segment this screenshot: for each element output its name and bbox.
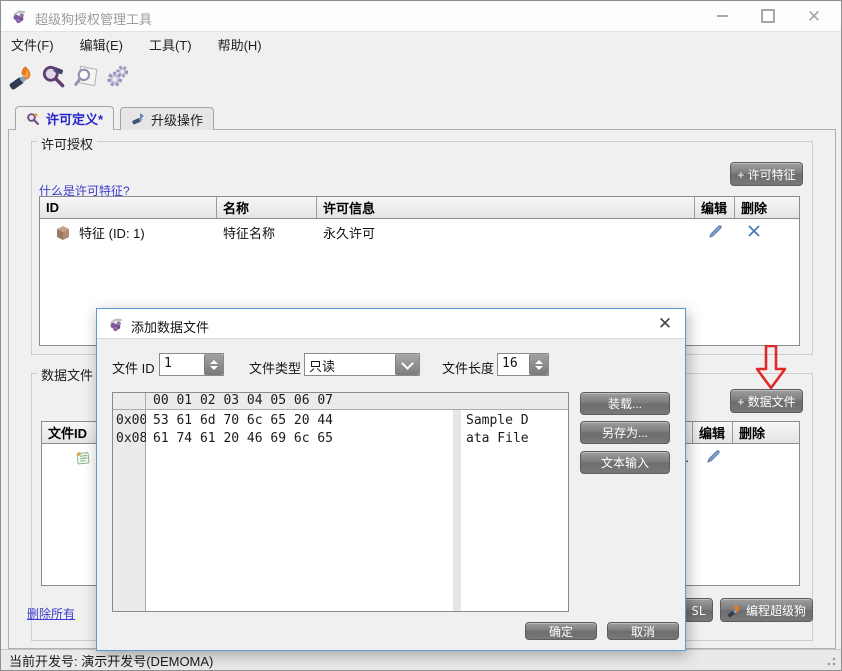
file-length-label: 文件长度 bbox=[442, 358, 494, 377]
tab-license-definition[interactable]: 许可定义* bbox=[15, 106, 114, 130]
minimize-icon bbox=[717, 15, 728, 17]
col-edit[interactable]: 编辑 bbox=[695, 197, 735, 218]
cancel-button[interactable]: 取消 bbox=[607, 622, 679, 640]
feature-delete-cell bbox=[735, 224, 799, 241]
program-dongle-icon bbox=[727, 603, 742, 618]
file-length-spin-buttons[interactable] bbox=[529, 354, 548, 375]
hex-ascii-header bbox=[461, 393, 568, 410]
feature-name-text: 特征名称 bbox=[217, 223, 317, 242]
maximize-icon bbox=[761, 9, 775, 23]
menu-file[interactable]: 文件(F) bbox=[1, 35, 67, 54]
spin-down-icon bbox=[535, 366, 543, 370]
file-id-spinner[interactable]: 1 bbox=[159, 353, 224, 376]
hex-column-header: 00 01 02 03 04 05 06 07 bbox=[146, 393, 453, 410]
dialog-app-icon bbox=[108, 316, 125, 338]
add-data-file-dialog: 添加数据文件 ✕ 文件 ID 1 文件类型 只读 文件长度 16 00 01 0… bbox=[96, 308, 686, 651]
tab-upgrade-label: 升级操作 bbox=[151, 110, 203, 129]
ok-button[interactable]: 确定 bbox=[525, 622, 597, 640]
settings-gears-icon[interactable] bbox=[103, 62, 133, 92]
file-id-value: 1 bbox=[160, 354, 204, 375]
feature-cube-icon bbox=[55, 225, 71, 241]
app-icon bbox=[11, 8, 28, 30]
minimize-button[interactable] bbox=[699, 1, 745, 31]
window-title: 超级狗授权管理工具 bbox=[35, 9, 152, 28]
hex-ascii-line[interactable]: ata File bbox=[461, 430, 568, 448]
hex-gutter-header bbox=[113, 393, 146, 410]
close-button[interactable]: ✕ bbox=[791, 1, 837, 31]
menu-bar: 文件(F) 编辑(E) 工具(T) 帮助(H) bbox=[1, 32, 841, 57]
dialog-title-bar: 添加数据文件 ✕ bbox=[97, 309, 685, 339]
tab-upgrade-operation[interactable]: 升级操作 bbox=[120, 107, 214, 130]
col-file-delete[interactable]: 删除 bbox=[733, 422, 799, 443]
license-tab-icon bbox=[26, 112, 40, 126]
spin-down-icon bbox=[210, 366, 218, 370]
status-bar: 当前开发号: 演示开发号(DEMOMA) bbox=[1, 649, 841, 671]
toolbar bbox=[1, 57, 841, 97]
status-text: 当前开发号: 演示开发号(DEMOMA) bbox=[1, 651, 213, 670]
resize-grip-icon[interactable] bbox=[826, 656, 836, 666]
col-file-edit[interactable]: 编辑 bbox=[693, 422, 733, 443]
col-delete[interactable]: 删除 bbox=[735, 197, 799, 218]
program-dog-icon[interactable] bbox=[7, 62, 37, 92]
feature-id-text: 特征 (ID: 1) bbox=[79, 223, 145, 242]
add-license-feature-button[interactable]: + 许可特征 bbox=[730, 162, 803, 186]
delete-x-icon[interactable] bbox=[747, 224, 761, 241]
hex-divider-header bbox=[453, 393, 461, 410]
hex-ascii-line[interactable]: Sample D bbox=[461, 412, 568, 430]
upgrade-tab-icon bbox=[131, 112, 145, 126]
program-superdog-button[interactable]: 编程超级狗 bbox=[720, 598, 813, 622]
text-input-button[interactable]: 文本输入 bbox=[580, 451, 670, 474]
hex-bytes-line[interactable]: 53 61 6d 70 6c 65 20 44 bbox=[146, 412, 453, 430]
datafile-note-icon bbox=[75, 450, 91, 466]
hex-editor[interactable]: 00 01 02 03 04 05 06 07 0x00 0x08 53 61 … bbox=[112, 392, 569, 612]
menu-tools[interactable]: 工具(T) bbox=[136, 35, 205, 54]
file-length-spinner[interactable]: 16 bbox=[497, 353, 549, 376]
file-id-label: 文件 ID bbox=[112, 358, 155, 377]
datafile-edit-cell bbox=[693, 449, 733, 467]
title-bar: 超级狗授权管理工具 ✕ bbox=[1, 1, 841, 32]
feature-license-text: 永久许可 bbox=[317, 223, 695, 242]
hex-address: 0x08 bbox=[113, 430, 145, 448]
file-type-combo[interactable]: 只读 bbox=[304, 353, 420, 376]
spin-up-icon bbox=[210, 360, 218, 364]
file-type-value: 只读 bbox=[305, 354, 395, 375]
view-report-icon[interactable] bbox=[71, 62, 101, 92]
hex-bytes-area[interactable]: 53 61 6d 70 6c 65 20 44 61 74 61 20 46 6… bbox=[146, 410, 453, 611]
hex-address-gutter: 0x00 0x08 bbox=[113, 410, 146, 611]
edit-pencil-icon[interactable] bbox=[708, 224, 723, 242]
file-type-label: 文件类型 bbox=[249, 358, 301, 377]
main-window: 超级狗授权管理工具 ✕ 文件(F) 编辑(E) 工具(T) 帮助(H) bbox=[0, 0, 842, 671]
menu-help[interactable]: 帮助(H) bbox=[205, 35, 275, 54]
hex-divider bbox=[453, 410, 461, 611]
col-id[interactable]: ID bbox=[40, 197, 217, 218]
license-table-header: ID 名称 许可信息 编辑 删除 bbox=[40, 197, 799, 219]
inspect-license-icon[interactable] bbox=[39, 62, 69, 92]
file-length-value: 16 bbox=[498, 354, 529, 375]
spin-up-icon bbox=[535, 360, 543, 364]
col-name[interactable]: 名称 bbox=[217, 197, 317, 218]
program-superdog-label: 编程超级狗 bbox=[746, 602, 806, 619]
hex-address: 0x00 bbox=[113, 412, 145, 430]
hex-ascii-area[interactable]: Sample D ata File bbox=[461, 410, 568, 611]
datafile-group-title: 数据文件 bbox=[37, 365, 97, 384]
dialog-close-button[interactable]: ✕ bbox=[655, 314, 675, 334]
edit-pencil-icon[interactable] bbox=[706, 449, 721, 467]
menu-edit[interactable]: 编辑(E) bbox=[67, 35, 136, 54]
delete-all-link[interactable]: 删除所有 bbox=[27, 605, 75, 622]
chevron-down-icon bbox=[401, 357, 414, 370]
dialog-title: 添加数据文件 bbox=[131, 317, 209, 336]
file-type-dropdown-button[interactable] bbox=[395, 354, 419, 375]
hex-bytes-line[interactable]: 61 74 61 20 46 69 6c 65 bbox=[146, 430, 453, 448]
load-button[interactable]: 装载... bbox=[580, 392, 670, 415]
feature-edit-cell bbox=[695, 224, 735, 242]
maximize-button[interactable] bbox=[745, 1, 791, 31]
save-as-button[interactable]: 另存为... bbox=[580, 421, 670, 444]
file-id-spin-buttons[interactable] bbox=[204, 354, 223, 375]
license-group-title: 许可授权 bbox=[37, 134, 97, 153]
tab-license-label: 许可定义* bbox=[46, 109, 103, 128]
col-license-info[interactable]: 许可信息 bbox=[317, 197, 695, 218]
annotation-arrow-icon bbox=[753, 345, 789, 396]
feature-row[interactable]: 特征 (ID: 1) 特征名称 永久许可 bbox=[40, 219, 799, 246]
